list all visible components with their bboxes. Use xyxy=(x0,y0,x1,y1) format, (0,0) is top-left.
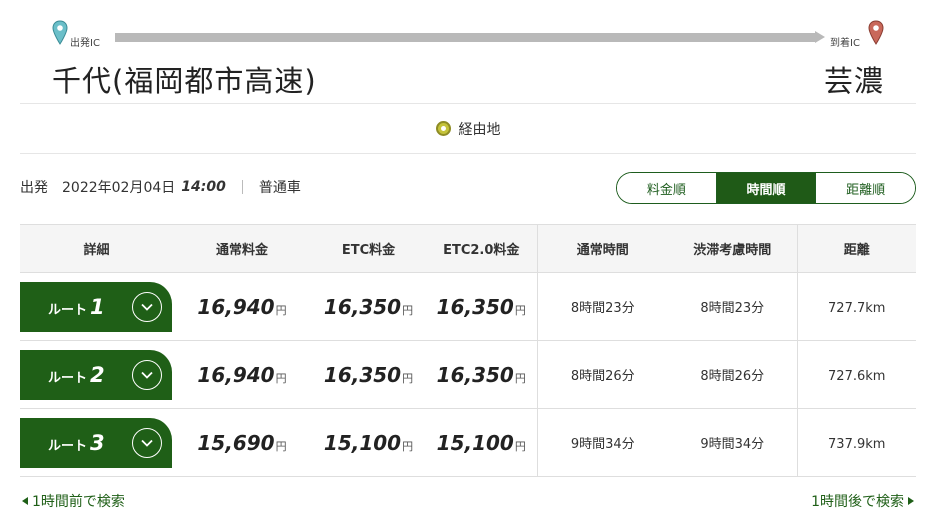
vehicle-type: 普通車 xyxy=(258,180,301,196)
etc2-fee: 15,100 xyxy=(436,430,514,455)
via-point-icon xyxy=(435,121,451,136)
arrival-pin-icon xyxy=(868,20,884,45)
congestion-time: 9時間34分 xyxy=(700,437,765,452)
route-1-button[interactable]: ルート 1 xyxy=(20,281,172,332)
chevron-down-icon[interactable] xyxy=(132,427,162,458)
route-label: ルート xyxy=(48,438,88,454)
route-3-button[interactable]: ルート 3 xyxy=(20,417,172,468)
departure-ic-name: 千代(福岡都市高速) xyxy=(52,64,317,98)
yen-unit: 円 xyxy=(402,303,414,317)
departure-date: 2022年02月04日 xyxy=(62,180,176,196)
route-2-button[interactable]: ルート 2 xyxy=(20,349,172,400)
header-distance: 距離 xyxy=(796,224,916,273)
chevron-down-icon[interactable] xyxy=(132,291,162,322)
sort-by-fee-tab[interactable]: 料金順 xyxy=(617,173,716,203)
normal-fee: 16,940 xyxy=(197,294,275,319)
yen-unit: 円 xyxy=(275,439,287,453)
route-label: ルート xyxy=(48,302,88,318)
via-point: 経由地 xyxy=(20,104,916,154)
header-detail: 詳細 xyxy=(20,224,173,273)
distance: 737.9km xyxy=(828,437,886,452)
triangle-right-icon xyxy=(908,497,914,505)
yen-unit: 円 xyxy=(514,371,526,385)
yen-unit: 円 xyxy=(275,303,287,317)
search-conditions: 出発 2022年02月04日 14:00 普通車 xyxy=(20,172,301,202)
yen-unit: 円 xyxy=(514,303,526,317)
normal-fee: 16,940 xyxy=(197,362,275,387)
chevron-down-icon[interactable] xyxy=(132,359,162,390)
header-etc2-fee: ETC2.0料金 xyxy=(426,224,537,273)
route-arrow-icon xyxy=(815,31,825,43)
table-row: ルート 1 16,940円 16,350円 16,350円 8時間23分 8時間2… xyxy=(20,272,916,341)
departure-ic-label: 出発IC xyxy=(70,38,100,49)
arrival-ic-name: 芸濃 xyxy=(823,64,884,98)
sort-by-distance-tab[interactable]: 距離順 xyxy=(815,173,915,203)
table-header-row: 詳細 通常料金 ETC料金 ETC2.0料金 通常時間 渋滞考慮時間 距離 xyxy=(20,224,916,273)
prev-hour-search-link[interactable]: 1時間前で検索 xyxy=(22,491,125,511)
normal-time: 9時間34分 xyxy=(570,437,635,452)
normal-fee: 15,690 xyxy=(197,430,275,455)
via-point-label: 経由地 xyxy=(458,121,501,138)
yen-unit: 円 xyxy=(514,439,526,453)
route-label: ルート xyxy=(48,370,88,386)
yen-unit: 円 xyxy=(402,371,414,385)
congestion-time: 8時間23分 xyxy=(700,301,765,316)
divider xyxy=(241,180,243,194)
etc-fee: 15,100 xyxy=(323,430,402,455)
etc-fee: 16,350 xyxy=(323,362,402,387)
yen-unit: 円 xyxy=(275,371,287,385)
departure-time: 14:00 xyxy=(181,179,226,195)
sort-tabs: 料金順 時間順 距離順 xyxy=(616,172,916,204)
distance: 727.7km xyxy=(828,301,886,316)
table-row: ルート 3 15,690円 15,100円 15,100円 9時間34分 9時間3… xyxy=(20,408,916,477)
header-congestion-time: 渋滞考慮時間 xyxy=(668,224,797,273)
next-hour-search-label: 1時間後で検索 xyxy=(811,494,904,510)
etc2-fee: 16,350 xyxy=(436,294,514,319)
prev-hour-search-label: 1時間前で検索 xyxy=(32,494,125,510)
route-results-table: 詳細 通常料金 ETC料金 ETC2.0料金 通常時間 渋滞考慮時間 距離 ルー… xyxy=(20,224,916,477)
etc2-fee: 16,350 xyxy=(436,362,514,387)
route-number: 1 xyxy=(90,294,105,319)
next-hour-search-link[interactable]: 1時間後で検索 xyxy=(811,491,914,511)
congestion-time: 8時間26分 xyxy=(700,369,765,384)
yen-unit: 円 xyxy=(402,439,414,453)
route-number: 2 xyxy=(90,362,105,387)
distance: 727.6km xyxy=(828,369,886,384)
route-number: 3 xyxy=(90,430,105,455)
departure-label: 出発 xyxy=(20,180,48,196)
etc-fee: 16,350 xyxy=(323,294,402,319)
arrival-ic-label: 到着IC xyxy=(830,38,860,49)
header-etc-fee: ETC料金 xyxy=(311,224,426,273)
header-normal-time: 通常時間 xyxy=(536,224,668,273)
route-header: 出発IC 到着IC 千代(福岡都市高速) 芸濃 xyxy=(20,0,916,104)
departure-pin-icon xyxy=(52,20,68,45)
sort-by-time-tab[interactable]: 時間順 xyxy=(715,173,816,203)
route-line xyxy=(115,33,815,42)
table-row: ルート 2 16,940円 16,350円 16,350円 8時間26分 8時間2… xyxy=(20,340,916,409)
normal-time: 8時間23分 xyxy=(570,301,635,316)
triangle-left-icon xyxy=(22,497,28,505)
header-normal-fee: 通常料金 xyxy=(173,224,311,273)
normal-time: 8時間26分 xyxy=(570,369,635,384)
